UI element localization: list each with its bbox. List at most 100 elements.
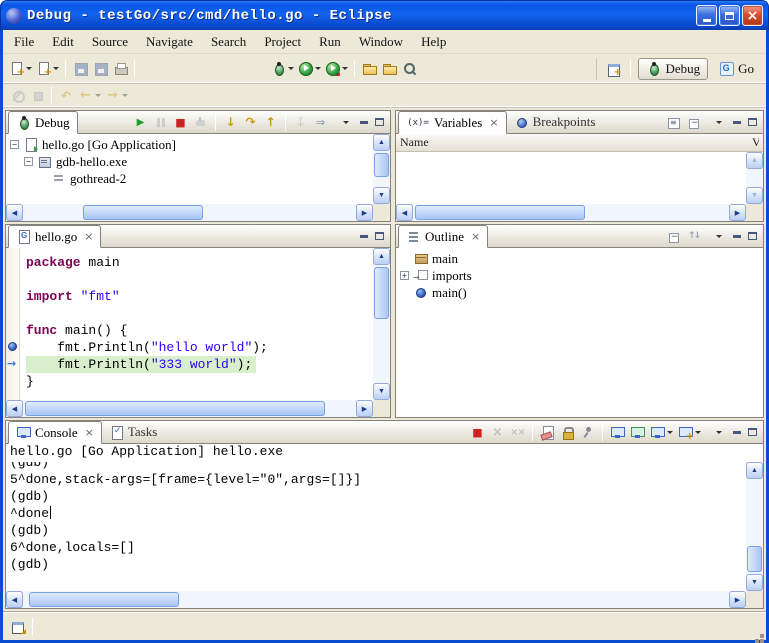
scroll-track[interactable] [373, 151, 390, 187]
scroll-thumb[interactable] [747, 546, 762, 572]
show-stdout-button[interactable] [608, 423, 627, 442]
editor-vertical-scrollbar[interactable]: ▲ ▼ [373, 248, 390, 400]
show-type-names-button[interactable] [664, 113, 683, 132]
scroll-thumb[interactable] [25, 401, 325, 416]
minimize-view-button[interactable] [729, 425, 744, 440]
menu-edit[interactable]: Edit [43, 32, 83, 52]
open-console-button[interactable] [676, 423, 703, 442]
scroll-track[interactable] [413, 204, 729, 221]
menu-run[interactable]: Run [310, 32, 350, 52]
tab-breakpoints[interactable]: Breakpoints [507, 111, 603, 133]
variables-column-header[interactable]: Name V [396, 134, 763, 152]
minimize-view-button[interactable] [356, 115, 371, 130]
tree-item[interactable]: gothread-2 [6, 170, 373, 187]
debug-vertical-scrollbar[interactable]: ▲ ▼ [373, 134, 390, 204]
menu-file[interactable]: File [5, 32, 43, 52]
close-tab-icon[interactable]: × [84, 230, 93, 243]
debug-horizontal-scrollbar[interactable]: ◀ ▶ [6, 204, 373, 221]
scroll-up-button[interactable]: ▲ [373, 248, 390, 265]
scroll-thumb[interactable] [83, 205, 203, 220]
column-value[interactable]: V [752, 135, 759, 150]
editor-text-area[interactable]: package mainimport "fmt"func main() { fm… [20, 248, 373, 400]
scroll-down-button[interactable]: ▼ [746, 187, 763, 204]
terminate-button[interactable] [468, 423, 487, 442]
tree-expander[interactable]: + [400, 271, 409, 280]
menu-project[interactable]: Project [255, 32, 310, 52]
editor-annotation-ruler[interactable] [6, 248, 20, 400]
terminate-button[interactable] [171, 113, 190, 132]
tab-hello-go[interactable]: hello.go × [8, 225, 101, 248]
close-tab-icon[interactable]: × [85, 426, 94, 439]
scroll-right-button[interactable]: ▶ [356, 204, 373, 221]
menu-search[interactable]: Search [202, 32, 255, 52]
print-button[interactable] [110, 58, 130, 79]
minimize-button[interactable] [696, 5, 717, 26]
view-menu-button[interactable] [335, 112, 355, 133]
new-element-button[interactable] [34, 58, 61, 79]
view-menu-button[interactable] [708, 226, 728, 247]
editor-horizontal-scrollbar[interactable]: ◀ ▶ [6, 400, 373, 417]
tree-item[interactable]: −hello.go [Go Application] [6, 136, 373, 153]
scroll-thumb[interactable] [29, 592, 179, 607]
open-perspective-button[interactable] [603, 58, 623, 79]
tree-expander[interactable]: − [24, 157, 33, 166]
tab-console[interactable]: Console × [8, 421, 102, 444]
view-menu-button[interactable] [708, 422, 728, 443]
variables-vertical-scrollbar[interactable]: ▲ ▼ [746, 152, 763, 204]
minimize-view-button[interactable] [729, 229, 744, 244]
scroll-thumb[interactable] [374, 267, 389, 319]
pin-console-button[interactable] [578, 423, 597, 442]
tree-item[interactable]: +imports [396, 267, 763, 284]
scroll-down-button[interactable]: ▼ [373, 187, 390, 204]
step-into-button[interactable] [221, 113, 240, 132]
tree-item[interactable]: main [396, 250, 763, 267]
perspective-go[interactable]: Go [711, 58, 762, 80]
variables-horizontal-scrollbar[interactable]: ◀ ▶ [396, 204, 746, 221]
scroll-thumb[interactable] [374, 153, 389, 177]
step-return-button[interactable] [261, 113, 280, 132]
fast-view-button[interactable] [8, 616, 28, 637]
tab-outline[interactable]: Outline × [398, 225, 488, 248]
console-text-area[interactable]: (gdb)5^done,stack-args=[frame={level="0"… [6, 462, 746, 591]
tab-variables[interactable]: Variables × [398, 111, 507, 134]
maximize-view-button[interactable] [745, 115, 760, 130]
view-menu-button[interactable] [708, 112, 728, 133]
scroll-right-button[interactable]: ▶ [729, 591, 746, 608]
new-wizard-button[interactable] [7, 58, 34, 79]
open-file-button[interactable] [379, 58, 399, 79]
scroll-left-button[interactable]: ◀ [6, 204, 23, 221]
scroll-track[interactable] [23, 400, 356, 417]
console-horizontal-scrollbar[interactable]: ◀ ▶ [6, 591, 746, 608]
perspective-debug[interactable]: Debug [638, 58, 708, 80]
collapse-all-button[interactable] [684, 113, 703, 132]
minimize-view-button[interactable] [356, 229, 371, 244]
resume-button[interactable] [131, 113, 150, 132]
outline-tree[interactable]: main+importsmain() [396, 248, 763, 417]
scroll-left-button[interactable]: ◀ [6, 400, 23, 417]
scroll-up-button[interactable]: ▲ [373, 134, 390, 151]
scroll-up-button[interactable]: ▲ [746, 152, 763, 169]
tree-item[interactable]: main() [396, 284, 763, 301]
search-button[interactable] [399, 58, 419, 79]
close-button[interactable]: × [742, 5, 763, 26]
scroll-lock-button[interactable] [558, 423, 577, 442]
debug-tree[interactable]: −hello.go [Go Application]−gdb-hello.exe… [6, 134, 373, 204]
scroll-right-button[interactable]: ▶ [356, 400, 373, 417]
scroll-down-button[interactable]: ▼ [373, 383, 390, 400]
maximize-view-button[interactable] [372, 229, 387, 244]
console-vertical-scrollbar[interactable]: ▲ ▼ [746, 462, 763, 591]
maximize-view-button[interactable] [745, 229, 760, 244]
close-tab-icon[interactable]: × [471, 230, 480, 243]
close-tab-icon[interactable]: × [489, 116, 498, 129]
breakpoint-icon[interactable] [8, 342, 17, 351]
clear-console-button[interactable] [538, 423, 557, 442]
scroll-right-button[interactable]: ▶ [729, 204, 746, 221]
variables-table[interactable] [396, 152, 746, 204]
collapse-all-button[interactable] [664, 227, 683, 246]
tab-tasks[interactable]: Tasks [102, 421, 164, 443]
resize-grip[interactable] [760, 634, 764, 638]
menu-help[interactable]: Help [412, 32, 455, 52]
scroll-track[interactable] [373, 265, 390, 383]
menu-window[interactable]: Window [350, 32, 412, 52]
debug-button[interactable] [269, 58, 296, 79]
